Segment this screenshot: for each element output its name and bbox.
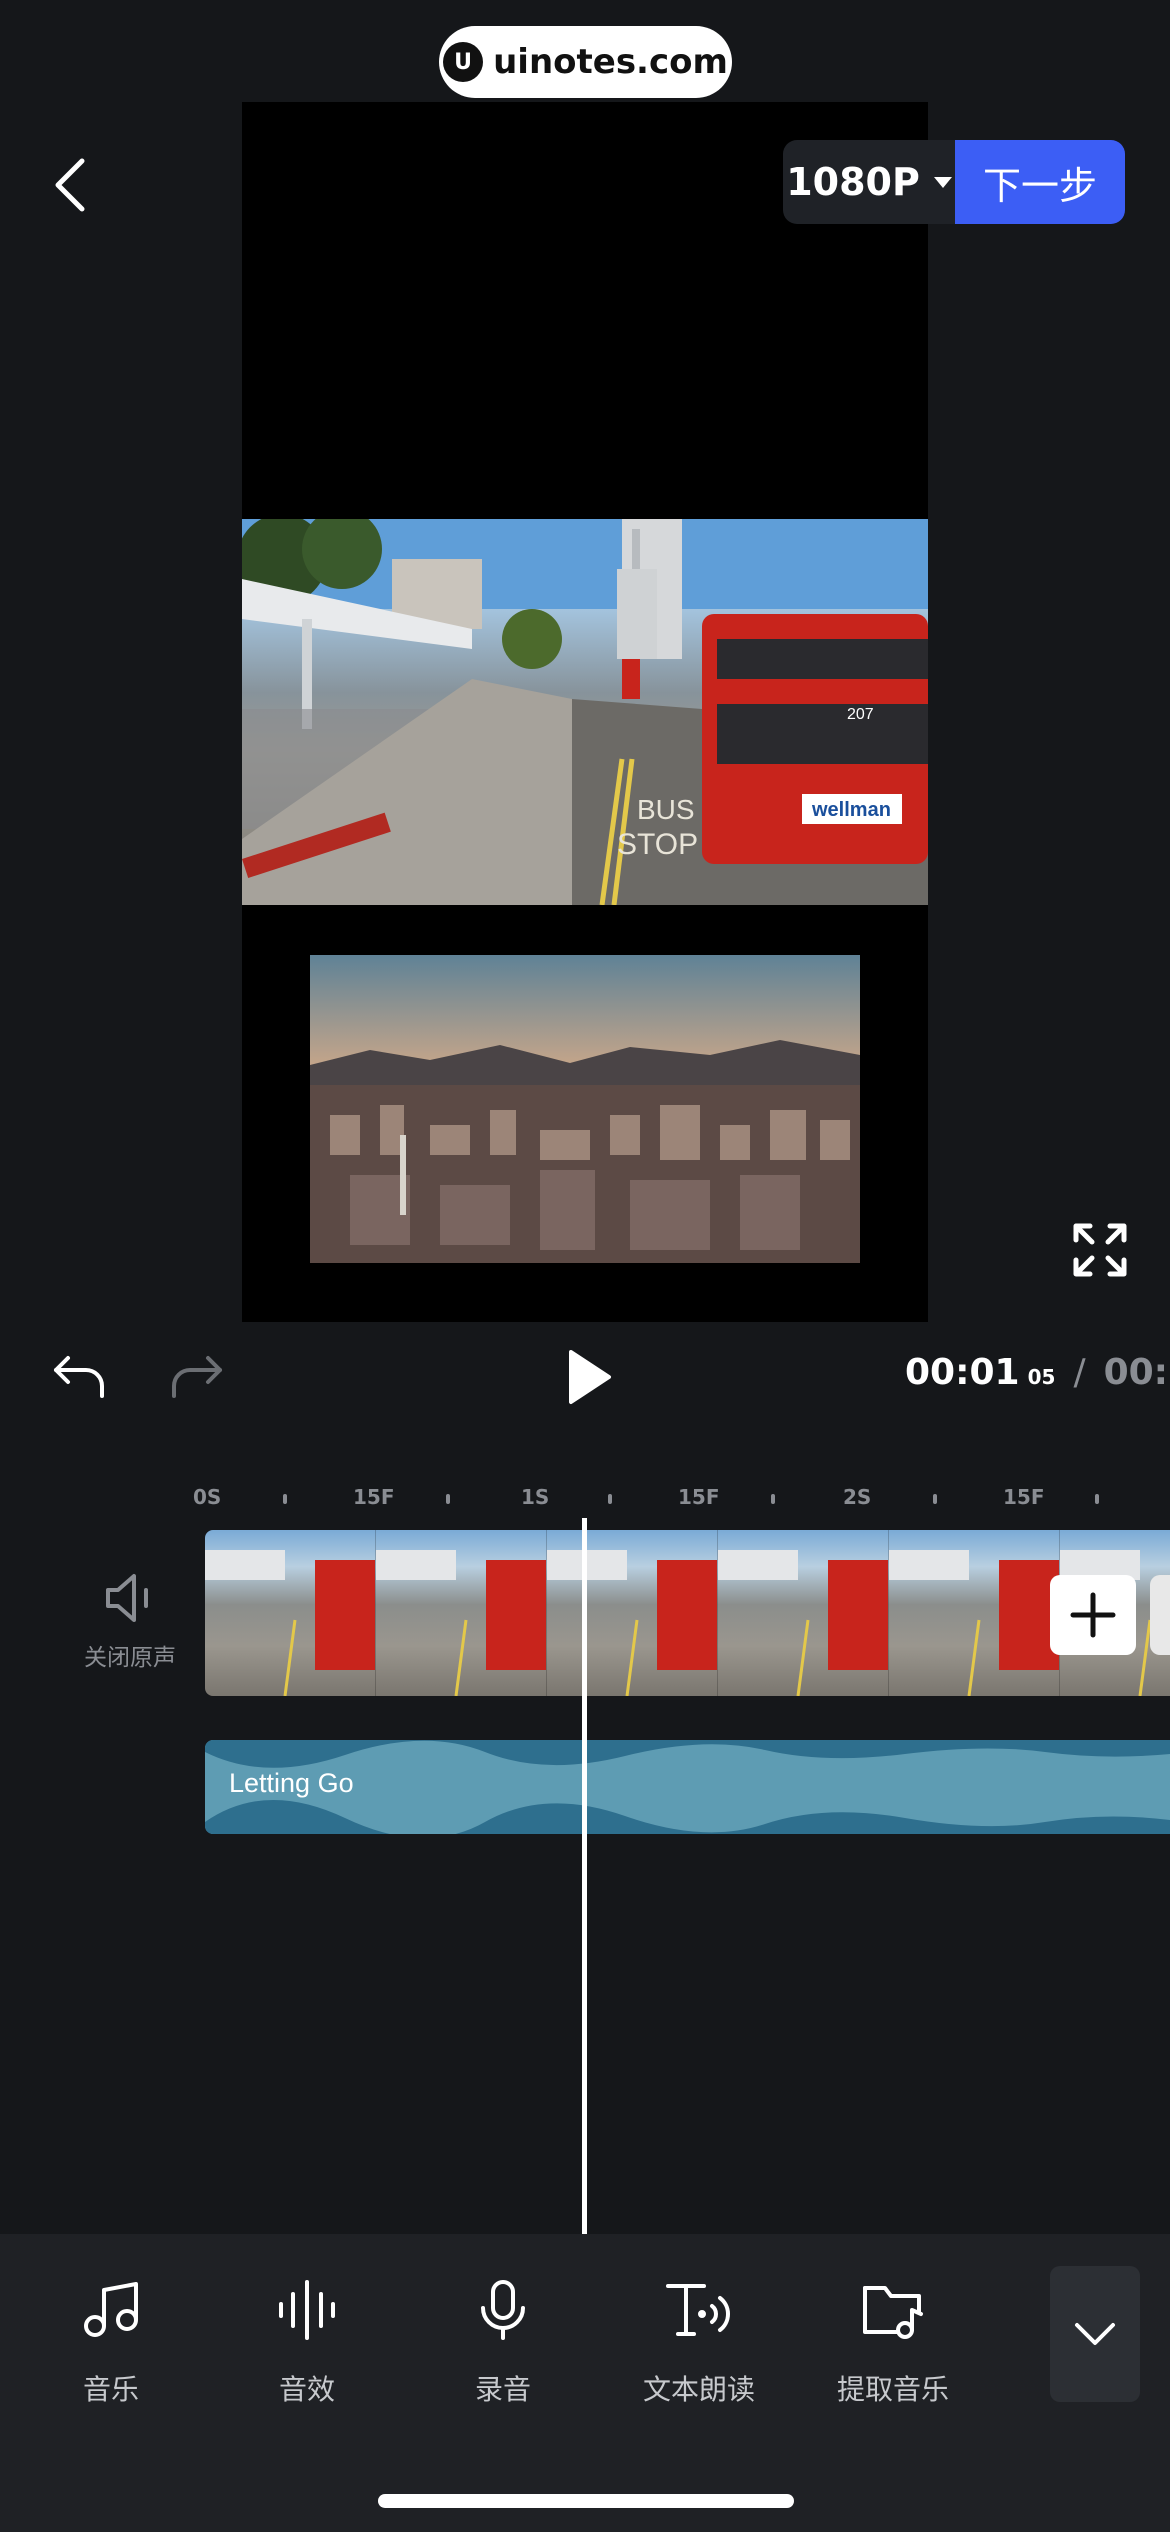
watermark-logo: U	[443, 42, 484, 82]
next-clip-handle[interactable]	[1150, 1575, 1170, 1655]
current-frame: 05	[1027, 1365, 1056, 1389]
speaker-icon	[106, 1574, 148, 1622]
ruler-tick	[446, 1494, 450, 1504]
fullscreen-icon	[1073, 1223, 1127, 1277]
time-separator: /	[1073, 1352, 1086, 1393]
tool-sound-effects[interactable]: 音效	[222, 2270, 392, 2408]
ruler-label: 2S	[843, 1485, 872, 1509]
ruler-tick	[771, 1494, 775, 1504]
watermark-text: uinotes.com	[493, 42, 728, 82]
ruler-tick	[1095, 1494, 1099, 1504]
ruler-label: 15F	[678, 1485, 720, 1509]
chevron-left-icon	[55, 158, 85, 212]
add-clip-button[interactable]	[1050, 1575, 1136, 1655]
video-thumbnail	[205, 1530, 376, 1696]
audio-track-title: Letting Go	[229, 1768, 354, 1798]
video-preview-city	[310, 955, 860, 1263]
chevron-down-icon	[1075, 2323, 1115, 2345]
video-thumbnail	[718, 1530, 889, 1696]
audio-track[interactable]: Letting Go	[205, 1740, 1170, 1834]
video-thumbnail	[889, 1530, 1060, 1696]
playback-time: 00:01 05 / 00:20	[905, 1352, 1170, 1402]
tool-extract-music[interactable]: 提取音乐	[808, 2270, 978, 2408]
tool-record[interactable]: 录音	[418, 2270, 588, 2408]
ruler-label: 15F	[1003, 1485, 1045, 1509]
ruler-label: 0S	[193, 1485, 222, 1509]
next-step-button[interactable]: 下一步	[955, 140, 1125, 224]
undo-button[interactable]	[52, 1352, 108, 1402]
video-track[interactable]	[205, 1530, 1170, 1696]
ruler-label: 15F	[353, 1485, 395, 1509]
tool-label: 提取音乐	[836, 2373, 949, 2406]
fullscreen-button[interactable]	[1072, 1222, 1128, 1278]
ruler-tick	[283, 1494, 287, 1504]
svg-text:BUS: BUS	[637, 794, 695, 825]
microphone-icon	[463, 2270, 543, 2350]
tool-label: 录音	[474, 2373, 531, 2406]
redo-icon	[172, 1356, 222, 1398]
back-button[interactable]	[40, 145, 100, 225]
home-indicator	[378, 2494, 794, 2508]
sound-wave-icon	[267, 2270, 347, 2350]
resolution-selector[interactable]: 1080P	[783, 140, 955, 224]
mute-original-button[interactable]: 关闭原声	[80, 1570, 180, 1672]
play-button[interactable]	[565, 1348, 613, 1406]
undo-icon	[54, 1356, 104, 1398]
ruler-label: 1S	[521, 1485, 550, 1509]
ruler-tick	[933, 1494, 937, 1504]
redo-button[interactable]	[168, 1352, 224, 1402]
video-preview-bus: BUS STOP wellman 207	[242, 519, 928, 905]
total-time: 00:20	[1103, 1352, 1170, 1393]
tool-music[interactable]: 音乐	[26, 2270, 196, 2408]
tool-label: 文本朗读	[642, 2373, 755, 2406]
tool-label: 音乐	[82, 2373, 139, 2406]
tool-text-to-speech[interactable]: 文本朗读	[614, 2270, 784, 2408]
watermark-badge: U uinotes.com	[439, 26, 732, 98]
ruler-tick	[608, 1494, 612, 1504]
svg-text:wellman: wellman	[811, 799, 891, 821]
plus-icon	[1070, 1592, 1116, 1638]
folder-music-icon	[853, 2270, 933, 2350]
svg-text:STOP: STOP	[617, 828, 698, 861]
playhead[interactable]	[582, 1518, 587, 2234]
tool-label: 音效	[278, 2373, 335, 2406]
collapse-toolbar-button[interactable]	[1050, 2266, 1140, 2402]
text-to-speech-icon	[659, 2270, 739, 2350]
play-icon	[569, 1350, 611, 1404]
caret-down-icon	[933, 176, 952, 188]
video-thumbnail	[376, 1530, 547, 1696]
current-time: 00:01	[905, 1352, 1020, 1393]
music-note-icon	[71, 2270, 151, 2350]
resolution-label: 1080P	[786, 160, 920, 204]
video-thumbnail	[547, 1530, 718, 1696]
mute-original-label: 关闭原声	[84, 1645, 176, 1671]
svg-text:207: 207	[847, 706, 874, 723]
